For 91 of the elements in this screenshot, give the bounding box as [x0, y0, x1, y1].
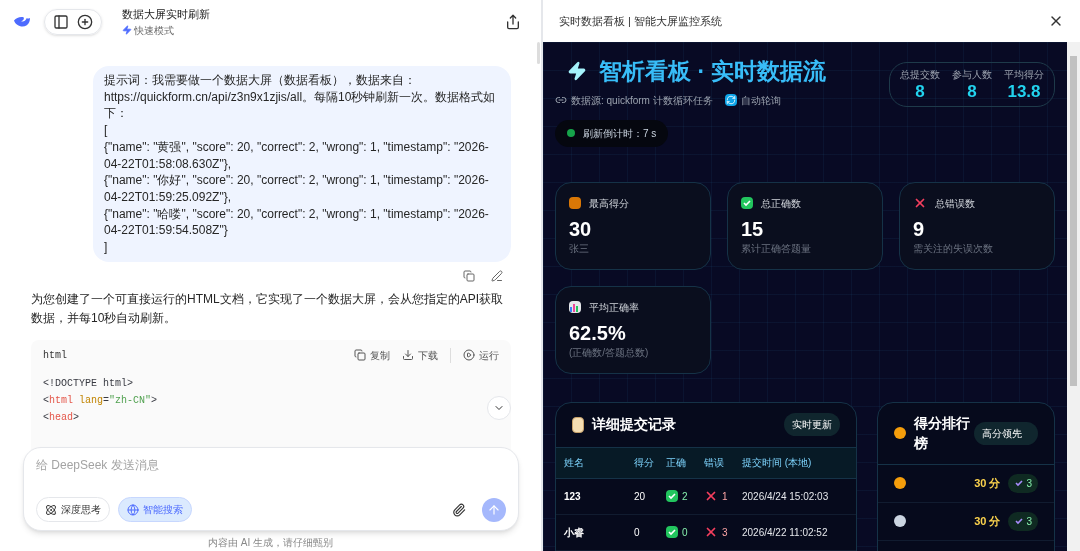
edit-icon[interactable]	[491, 269, 503, 282]
cross-icon	[913, 196, 927, 210]
correct-count: 3	[1026, 476, 1032, 491]
bar-chart-icon	[569, 301, 581, 313]
atom-icon	[45, 503, 57, 516]
copy-button[interactable]: 复制	[354, 347, 390, 363]
lightning-icon	[122, 25, 132, 36]
correct-count: 3	[1026, 514, 1032, 529]
stat-label: 总正确数	[761, 196, 801, 211]
refresh-icon	[724, 94, 737, 106]
table-cell-text: 123	[564, 489, 582, 504]
search-toggle[interactable]: 智能搜索	[118, 497, 192, 522]
download-icon	[402, 349, 414, 362]
code-line: <head>	[43, 410, 80, 425]
summary-value: 13.8	[1007, 82, 1041, 102]
stat-caption: 累计正确答题量	[741, 241, 812, 256]
summary-value: 8	[967, 82, 977, 102]
medal-icon	[894, 515, 906, 527]
table-cell-text: 3	[722, 525, 728, 540]
answer-text: 为您创建了一个可直接运行的HTML文档，它实现了一个数据大屏，会从您指定的API获取数据，并每10秒自动刷新。	[31, 290, 504, 327]
copy-icon	[354, 349, 366, 362]
stat-value: 30	[569, 216, 593, 241]
disclaimer-text: 内容由 AI 生成，请仔细甄别	[207, 536, 334, 550]
table-cell-text: 0	[682, 525, 688, 540]
run-button[interactable]: 运行	[450, 347, 499, 363]
auto-poll-text: 自动轮询	[740, 93, 781, 108]
lightning-icon	[567, 61, 587, 82]
summary-label: 参与人数	[952, 68, 992, 82]
check-icon	[1014, 478, 1025, 488]
leader-badge: 高分领先	[974, 421, 1038, 445]
chat-title: 数据大屏实时刷新	[122, 7, 210, 23]
attach-icon[interactable]	[452, 502, 466, 517]
download-button[interactable]: 下载	[402, 347, 438, 363]
countdown-text: 刷新倒计时：7 s	[583, 126, 657, 141]
message-input[interactable]: 给 DeepSeek 发送消息 深度思考 智能搜索	[23, 447, 519, 531]
stat-value: 9	[913, 216, 926, 241]
new-chat-icon[interactable]	[77, 14, 93, 30]
table-cell-text: 2026/4/24 15:02:03	[742, 489, 830, 504]
deep-think-toggle[interactable]: 深度思考	[36, 497, 110, 522]
stat-label: 总错误数	[935, 196, 975, 211]
mode-label: 快速模式	[134, 23, 174, 38]
code-language: html	[43, 348, 67, 363]
column-header: 正确	[666, 456, 687, 470]
stat-caption: 需关注的失误次数	[913, 241, 994, 256]
column-header: 得分	[634, 456, 655, 470]
stat-caption: (正确数/答题总数)	[569, 345, 650, 360]
scrollbar-thumb[interactable]	[1070, 56, 1077, 386]
check-icon	[666, 526, 678, 538]
preview-title: 实时数据看板 | 智能大屏监控系统	[559, 13, 722, 29]
code-line: <!DOCTYPE html>	[43, 376, 133, 391]
sidebar-toggle-icon[interactable]	[53, 14, 69, 30]
table-cell-text: 2026/4/22 11:02:52	[742, 525, 829, 540]
stat-value: 62.5%	[569, 320, 627, 345]
stat-caption: 张三	[569, 241, 590, 256]
stat-label: 最高得分	[589, 196, 629, 211]
summary-label: 总提交数	[900, 68, 940, 82]
cross-icon	[704, 489, 718, 503]
summary-value: 8	[915, 82, 925, 102]
data-source-text: 数据源: quickform 计数循环任务	[571, 93, 713, 108]
run-icon	[463, 349, 475, 362]
cross-icon	[704, 525, 718, 539]
share-icon[interactable]	[505, 14, 521, 30]
table-cell-text: 20	[634, 489, 647, 504]
column-header: 提交时间 (本地)	[742, 456, 813, 470]
score-text: 30 分	[974, 513, 1001, 529]
copy-icon[interactable]	[463, 269, 475, 282]
code-line: <html lang="zh-CN">	[43, 393, 158, 408]
live-badge: 实时更新	[784, 413, 840, 436]
summary-label: 平均得分	[1004, 68, 1044, 82]
panel-title: 详细提交记录	[592, 415, 676, 434]
table-cell-text: 小睿	[564, 525, 585, 540]
score-text: 30 分	[974, 475, 1001, 491]
check-icon	[1014, 516, 1025, 526]
table-cell-text: 1	[722, 489, 728, 504]
prompt-bubble: 提示词：我需要做一个数据大屏（数据看板），数据来自：https://quickform.cn/api/z3n9x1zjis/all。每隔10秒钟刷新一次。数据格式如下： [ {"name": "黄强", "score": 20, "correct": 2, "wrong": 1, "timestamp": "2026-04-22T01:58:08.630Z"}, {"name": "你好", "score": 20, "correct": 2, "wrong": 1, "timestamp": "2026-04-22T01:59:25.092Z"}, {"name": "哈喽", "score": 20, "correct": 2, "wrong": 1, "timestamp": "2026-04-22T01:59:54.508Z"} ]	[93, 66, 511, 262]
check-icon	[741, 197, 753, 209]
medal-icon	[894, 427, 906, 439]
check-icon	[666, 490, 678, 502]
dashboard-heading: 智析看板 · 实时数据流	[599, 57, 827, 86]
stat-value: 15	[741, 216, 765, 241]
globe-icon	[127, 503, 139, 516]
input-field[interactable]: 给 DeepSeek 发送消息	[36, 456, 506, 474]
panel-title: 得分排行榜	[914, 414, 970, 453]
column-header: 错误	[704, 456, 725, 470]
table-cell-text: 2	[682, 489, 688, 504]
link-icon	[555, 94, 567, 106]
table-cell-text: 0	[634, 525, 641, 540]
stat-label: 平均正确率	[589, 300, 639, 315]
column-header: 姓名	[564, 456, 585, 470]
medal-icon	[894, 477, 906, 489]
arrow-up-icon	[487, 502, 501, 517]
